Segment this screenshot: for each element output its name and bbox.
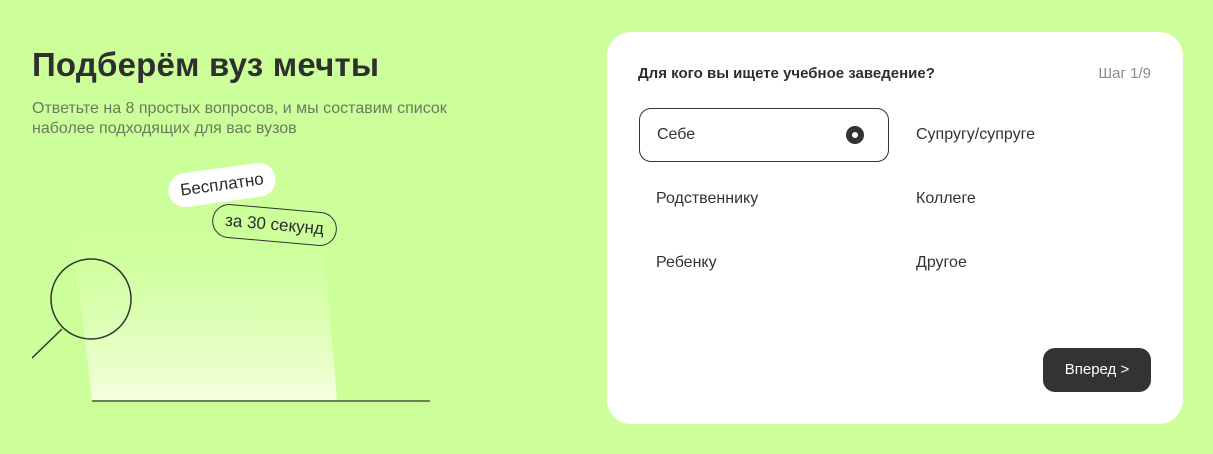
quiz-card: Для кого вы ищете учебное заведение? Шаг… [607,32,1183,424]
page-title: Подберём вуз мечты [32,46,380,83]
option-label: Коллеге [916,190,976,207]
option-label: Супругу/супруге [916,126,1035,143]
option-child[interactable]: Ребенку [639,236,889,290]
option-self[interactable]: Себе [639,108,889,162]
page-subtitle: Ответьте на 8 простых вопросов, и мы сос… [32,100,447,137]
option-label: Себе [657,126,696,143]
option-label: Ребенку [656,254,717,271]
next-button[interactable]: Вперед > [1043,348,1151,392]
option-colleague[interactable]: Коллеге [899,172,1149,226]
option-relative[interactable]: Родственнику [639,172,889,226]
hero-section: Подберём вуз мечты Ответьте на 8 простых… [31,0,592,454]
option-other[interactable]: Другое [899,236,1149,290]
hero-illustration: Бесплатно за 30 секунд [31,150,462,420]
option-spouse[interactable]: Супругу/супруге [899,108,1149,162]
option-label: Родственнику [656,190,759,207]
option-label: Другое [916,254,967,271]
quiz-question: Для кого вы ищете учебное заведение? [638,65,935,82]
radio-selected-icon [846,126,864,144]
step-counter: Шаг 1/9 [1098,65,1151,82]
